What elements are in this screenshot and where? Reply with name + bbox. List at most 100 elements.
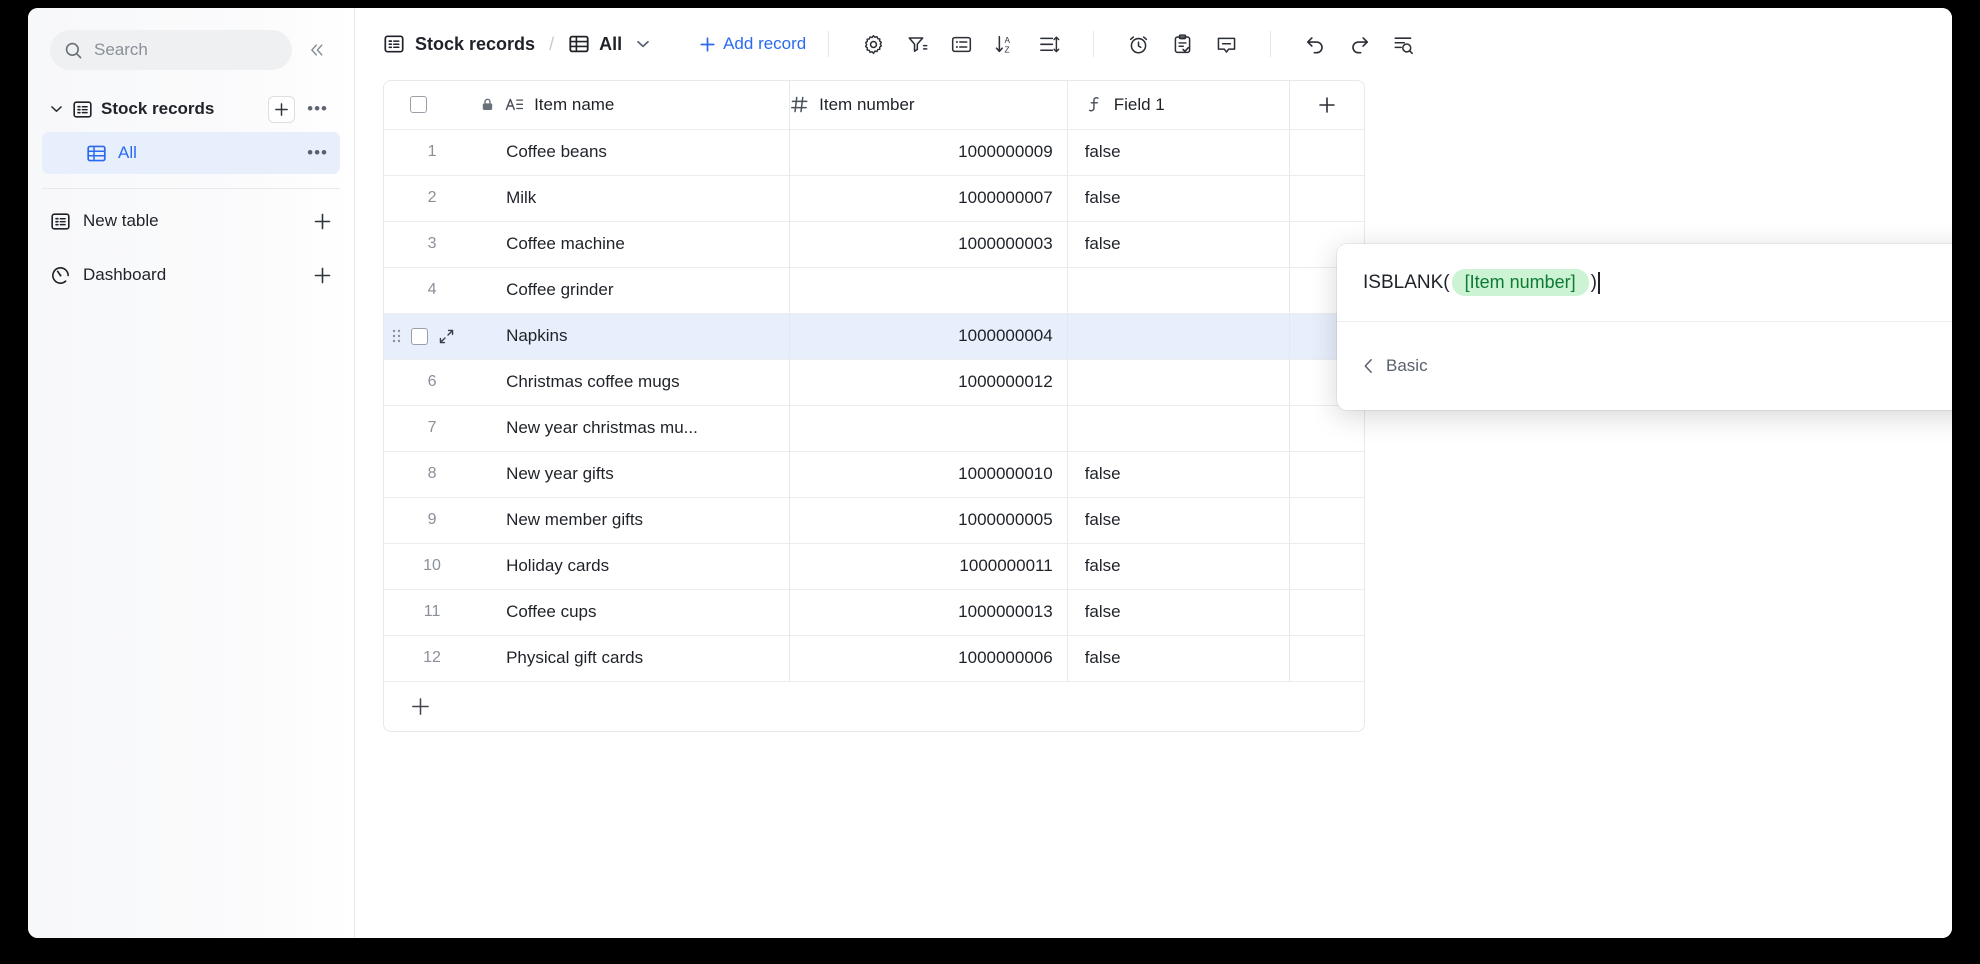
cell-item-name[interactable]: Physical gift cards: [480, 635, 790, 681]
search-rows-icon[interactable]: [1381, 24, 1425, 64]
clipboard-check-icon[interactable]: [1160, 24, 1204, 64]
add-table-button[interactable]: [268, 96, 295, 123]
plus-icon[interactable]: [384, 696, 1364, 717]
cell-item-number[interactable]: 1000000010: [790, 451, 1068, 497]
breadcrumb-view[interactable]: All: [568, 33, 649, 55]
cell-item-number[interactable]: 1000000004: [790, 313, 1068, 359]
cell-item-number[interactable]: [790, 405, 1068, 451]
plus-icon: [1290, 95, 1364, 115]
drag-handle-icon[interactable]: [392, 328, 401, 344]
cell-item-name[interactable]: Coffee cups: [480, 589, 790, 635]
sidebar-item-new-table[interactable]: New table: [42, 199, 340, 243]
view-more-button[interactable]: •••: [303, 143, 332, 163]
group-list-icon[interactable]: [939, 24, 983, 64]
add-row[interactable]: [384, 681, 1364, 731]
cell-field-1[interactable]: false: [1067, 221, 1289, 267]
sidebar-item-view-all[interactable]: All •••: [42, 132, 340, 174]
cell-item-name[interactable]: Milk: [480, 175, 790, 221]
cell-item-name[interactable]: Coffee machine: [480, 221, 790, 267]
formula-prefix: ISBLANK(: [1363, 272, 1450, 294]
sort-az-icon[interactable]: A Z: [983, 24, 1027, 64]
chevron-down-icon[interactable]: [637, 40, 649, 48]
cell-item-number[interactable]: 1000000006: [790, 635, 1068, 681]
cell-item-number[interactable]: 1000000013: [790, 589, 1068, 635]
add-dashboard-button[interactable]: [313, 266, 332, 285]
formula-suffix: ): [1591, 272, 1597, 294]
back-to-basic-button[interactable]: Basic: [1363, 356, 1428, 376]
cell-item-name[interactable]: Christmas coffee mugs: [480, 359, 790, 405]
table-row[interactable]: Napkins 1000000004: [384, 313, 1364, 359]
cell-field-1[interactable]: false: [1067, 589, 1289, 635]
row-height-icon[interactable]: [1027, 24, 1071, 64]
cell-field-1[interactable]: false: [1067, 543, 1289, 589]
grid-body: 1 Coffee beans 1000000009 false 2 Milk 1…: [384, 129, 1364, 731]
cell-field-1[interactable]: false: [1067, 451, 1289, 497]
add-row-cell[interactable]: [384, 681, 1364, 731]
cell-item-number[interactable]: 1000000009: [790, 129, 1068, 175]
formula-field-token[interactable]: [Item number]: [1452, 269, 1589, 296]
expand-record-icon[interactable]: [438, 328, 455, 345]
row-checkbox[interactable]: [411, 328, 428, 345]
select-all-checkbox[interactable]: [410, 96, 427, 113]
add-column-button[interactable]: [1289, 81, 1364, 129]
cell-spacer: [1289, 589, 1364, 635]
table-row[interactable]: 11 Coffee cups 1000000013 false: [384, 589, 1364, 635]
filter-icon[interactable]: [895, 24, 939, 64]
table-row[interactable]: 10 Holiday cards 1000000011 false: [384, 543, 1364, 589]
column-header-field-1[interactable]: Field 1: [1067, 81, 1289, 129]
row-index: 6: [384, 359, 480, 405]
cell-item-name[interactable]: Napkins: [480, 313, 790, 359]
redo-icon[interactable]: [1337, 24, 1381, 64]
table-row[interactable]: 1 Coffee beans 1000000009 false: [384, 129, 1364, 175]
chevron-down-icon[interactable]: [48, 105, 64, 113]
table-row[interactable]: 8 New year gifts 1000000010 false: [384, 451, 1364, 497]
undo-icon[interactable]: [1293, 24, 1337, 64]
cell-item-number[interactable]: 1000000011: [790, 543, 1068, 589]
alarm-clock-icon[interactable]: [1116, 24, 1160, 64]
sidebar-item-stock-records[interactable]: Stock records •••: [42, 88, 340, 130]
cell-spacer: [1289, 497, 1364, 543]
cell-item-name[interactable]: New year christmas mu...: [480, 405, 790, 451]
cell-field-1[interactable]: [1067, 359, 1289, 405]
add-record-label: Add record: [723, 34, 806, 54]
table-row[interactable]: 3 Coffee machine 1000000003 false: [384, 221, 1364, 267]
cell-item-name[interactable]: Coffee grinder: [480, 267, 790, 313]
cell-item-name[interactable]: New member gifts: [480, 497, 790, 543]
search-input[interactable]: Search: [50, 30, 292, 70]
toolbar-divider: [1093, 31, 1094, 57]
add-record-button[interactable]: Add record: [699, 34, 806, 54]
table-more-button[interactable]: •••: [303, 99, 332, 119]
formula-input[interactable]: ISBLANK( [Item number] ): [1363, 269, 1952, 296]
cell-field-1[interactable]: [1067, 405, 1289, 451]
cell-item-number[interactable]: [790, 267, 1068, 313]
cell-field-1[interactable]: [1067, 313, 1289, 359]
add-new-table-button[interactable]: [313, 212, 332, 231]
cell-field-1[interactable]: false: [1067, 497, 1289, 543]
cell-item-name[interactable]: New year gifts: [480, 451, 790, 497]
search-icon: [64, 41, 83, 60]
sidebar-item-dashboard[interactable]: Dashboard: [42, 253, 340, 297]
cell-field-1[interactable]: [1067, 267, 1289, 313]
table-row[interactable]: 9 New member gifts 1000000005 false: [384, 497, 1364, 543]
cell-item-number[interactable]: 1000000003: [790, 221, 1068, 267]
breadcrumb-table[interactable]: Stock records: [383, 33, 535, 55]
cell-item-name[interactable]: Coffee beans: [480, 129, 790, 175]
column-header-item-name[interactable]: Item name: [480, 81, 790, 129]
chevrons-left-icon[interactable]: [302, 35, 332, 65]
cell-field-1[interactable]: false: [1067, 635, 1289, 681]
cell-item-number[interactable]: 1000000007: [790, 175, 1068, 221]
gear-icon[interactable]: [851, 24, 895, 64]
cell-field-1[interactable]: false: [1067, 175, 1289, 221]
cell-item-number[interactable]: 1000000012: [790, 359, 1068, 405]
cell-field-1[interactable]: false: [1067, 129, 1289, 175]
column-header-item-number[interactable]: Item number: [790, 81, 1068, 129]
table-row[interactable]: 2 Milk 1000000007 false: [384, 175, 1364, 221]
table-icon: [50, 211, 71, 232]
table-row[interactable]: 12 Physical gift cards 1000000006 false: [384, 635, 1364, 681]
cell-item-number[interactable]: 1000000005: [790, 497, 1068, 543]
cell-item-name[interactable]: Holiday cards: [480, 543, 790, 589]
table-row[interactable]: 4 Coffee grinder: [384, 267, 1364, 313]
comment-icon[interactable]: [1204, 24, 1248, 64]
table-row[interactable]: 6 Christmas coffee mugs 1000000012: [384, 359, 1364, 405]
table-row[interactable]: 7 New year christmas mu...: [384, 405, 1364, 451]
